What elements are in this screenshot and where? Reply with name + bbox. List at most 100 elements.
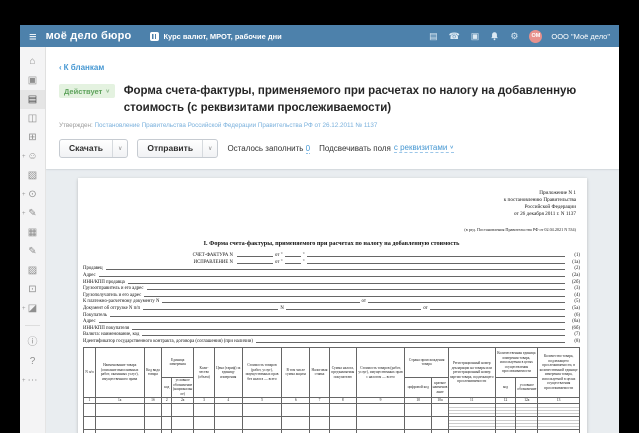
table-col: Количество товара, подлежащего прослежив…	[538, 347, 580, 397]
table-col: Цена (тариф) за единицу измерения	[214, 347, 242, 397]
form-line: ИСПРАВЛЕНИЕ Nот ""(1а)	[83, 258, 580, 265]
main-content: ‹ К бланкам Действует ∨ Форма счета-факт…	[46, 47, 619, 433]
sidebar-item-documents[interactable]: ⊞	[20, 128, 45, 147]
document-preview-area[interactable]: Приложение N 1к постановлению Правительс…	[46, 169, 619, 433]
appendix: Приложение N 1к постановлению Правительс…	[83, 190, 576, 219]
sidebar-item-staff[interactable]: +☺	[20, 147, 45, 166]
sidebar-item-favorites[interactable]: ⊡	[20, 280, 45, 299]
table-subcol: цифровой код	[405, 377, 432, 397]
table-cell	[194, 417, 215, 430]
document-page: Приложение N 1к постановлению Правительс…	[78, 178, 587, 433]
form-line: Адрес(2а)	[83, 271, 580, 278]
table-cell	[329, 404, 356, 417]
sidebar-item-webinars[interactable]: ▦	[20, 223, 45, 242]
documents-icon[interactable]: ▤	[429, 32, 438, 41]
book-icon: ◫	[28, 114, 37, 124]
screen-icon: ▦	[28, 228, 37, 238]
sidebar-item-client-documents[interactable]: +◪	[20, 299, 45, 318]
highlight-mode-dropdown[interactable]: с реквизитами ∨	[394, 143, 454, 153]
back-to-blanks-link[interactable]: ‹ К бланкам	[59, 63, 104, 72]
table-subcol: код	[495, 377, 516, 397]
remaining-count-link[interactable]: 0	[306, 144, 310, 154]
table-col: Налоговая ставка	[310, 347, 330, 397]
approved-regulation-link[interactable]: Постановление Правительства Российской Ф…	[95, 122, 378, 129]
plus-icon: +	[22, 192, 26, 198]
invoice-table: N п/пНаименование товара (описание выпол…	[83, 347, 580, 433]
sidebar-item-templates[interactable]: ✎	[20, 242, 45, 261]
table-subcol: код	[162, 377, 172, 397]
table-col: Регистрационный номер декларации на това…	[448, 347, 495, 397]
send-button[interactable]: Отправить ∨	[137, 139, 218, 158]
form-line: Продавец(2)	[83, 265, 580, 272]
sidebar-item-blanks[interactable]: ▤	[20, 90, 45, 109]
chevron-down-icon: ∨	[105, 88, 109, 94]
chevron-down-icon[interactable]: ∨	[202, 140, 217, 157]
table-cell	[448, 417, 495, 430]
app-logo[interactable]: моё дело бюро	[46, 30, 132, 42]
home-icon: ⌂	[29, 57, 35, 67]
sidebar-item-business[interactable]: ▣	[20, 71, 45, 90]
table-col: Коли- чество (объем)	[194, 347, 215, 397]
settings-icon[interactable]: ⚙	[510, 32, 518, 41]
table-cell	[516, 404, 538, 417]
table-cell	[144, 417, 162, 430]
person-icon: ☺	[27, 152, 37, 162]
sidebar-item-new-document[interactable]: +✎	[20, 204, 45, 223]
sidebar-item-info[interactable]: ⓘ	[20, 333, 45, 352]
highlight-fields-control: Подсвечивать поля с реквизитами ∨	[319, 143, 454, 153]
table-cell	[144, 404, 162, 417]
content-header: ‹ К бланкам Действует ∨ Форма счета-факт…	[46, 47, 619, 169]
table-cell	[242, 417, 282, 430]
table-cell	[432, 404, 449, 417]
app-window: ≡ моё дело бюро Курс валют, МРОТ, рабочи…	[20, 25, 619, 433]
table-cell	[310, 404, 330, 417]
avatar[interactable]: ОМ	[529, 30, 542, 43]
sidebar-item-home[interactable]: ⌂	[20, 52, 45, 71]
table-col: Стоимость товаров (работ, услуг), имущес…	[356, 347, 405, 397]
approved-line: Утвержден: Постановление Правительства Р…	[59, 122, 605, 129]
form-title: I. Форма счета-фактуры, применяемого при…	[83, 240, 580, 247]
table-cell	[356, 404, 405, 417]
doc-edit-icon: ✎	[28, 247, 36, 257]
table-cell	[356, 417, 405, 430]
download-button[interactable]: Скачать ∨	[59, 139, 128, 158]
photo-icon[interactable]: ▣	[471, 32, 480, 41]
chevron-down-icon[interactable]: ∨	[112, 140, 127, 157]
table-cell	[432, 417, 449, 430]
edition-note: (в ред. Постановления Правительства РФ о…	[83, 227, 576, 232]
table-cell	[162, 417, 172, 430]
table-col-group: Единица измерения	[162, 347, 194, 377]
hamburger-menu-icon[interactable]: ≡	[29, 30, 37, 43]
sidebar-item-support[interactable]: ?	[20, 352, 45, 371]
status-badge[interactable]: Действует ∨	[59, 84, 115, 98]
sidebar-item-knowledge-base[interactable]: ◫	[20, 109, 45, 128]
chevron-down-icon: ∨	[449, 145, 453, 151]
table-cell	[516, 417, 538, 430]
doc-new-icon: ✎	[28, 209, 36, 219]
currency-rates-label: Курс валют, МРОТ, рабочие дни	[163, 32, 281, 41]
form-line: Адрес(6а)	[83, 318, 580, 325]
form-line: Грузополучатель и его адрес(4)	[83, 291, 580, 298]
plus-icon: +	[22, 378, 26, 384]
sidebar-item-reports[interactable]: ▧	[20, 166, 45, 185]
notifications-icon[interactable]	[490, 31, 499, 41]
appendix-line: к постановлению Правительства	[83, 197, 576, 204]
question-icon: ?	[30, 357, 36, 367]
phone-icon[interactable]: ☎	[449, 32, 460, 41]
table-cell	[282, 404, 310, 417]
table-col: В том числе сумма акциза	[282, 347, 310, 397]
table-cell	[538, 417, 580, 430]
sidebar-item-counterparty-check[interactable]: +⊙	[20, 185, 45, 204]
table-cell	[214, 404, 242, 417]
table-cell	[214, 417, 242, 430]
currency-rates-button[interactable]: Курс валют, МРОТ, рабочие дни	[150, 32, 281, 41]
page-title: Форма счета-фактуры, применяемого при ра…	[124, 83, 605, 118]
table-cell	[84, 404, 96, 417]
sidebar-item-more[interactable]: +⋯	[20, 371, 45, 390]
sidebar-item-gallery[interactable]: ▨	[20, 261, 45, 280]
company-name[interactable]: ООО "Моё дело"	[551, 32, 610, 41]
appendix-line: Российской Федерации	[83, 204, 576, 211]
table-row	[84, 417, 580, 430]
plus-icon: +	[22, 211, 26, 217]
form-line: Грузоотправитель и его адрес(3)	[83, 285, 580, 292]
